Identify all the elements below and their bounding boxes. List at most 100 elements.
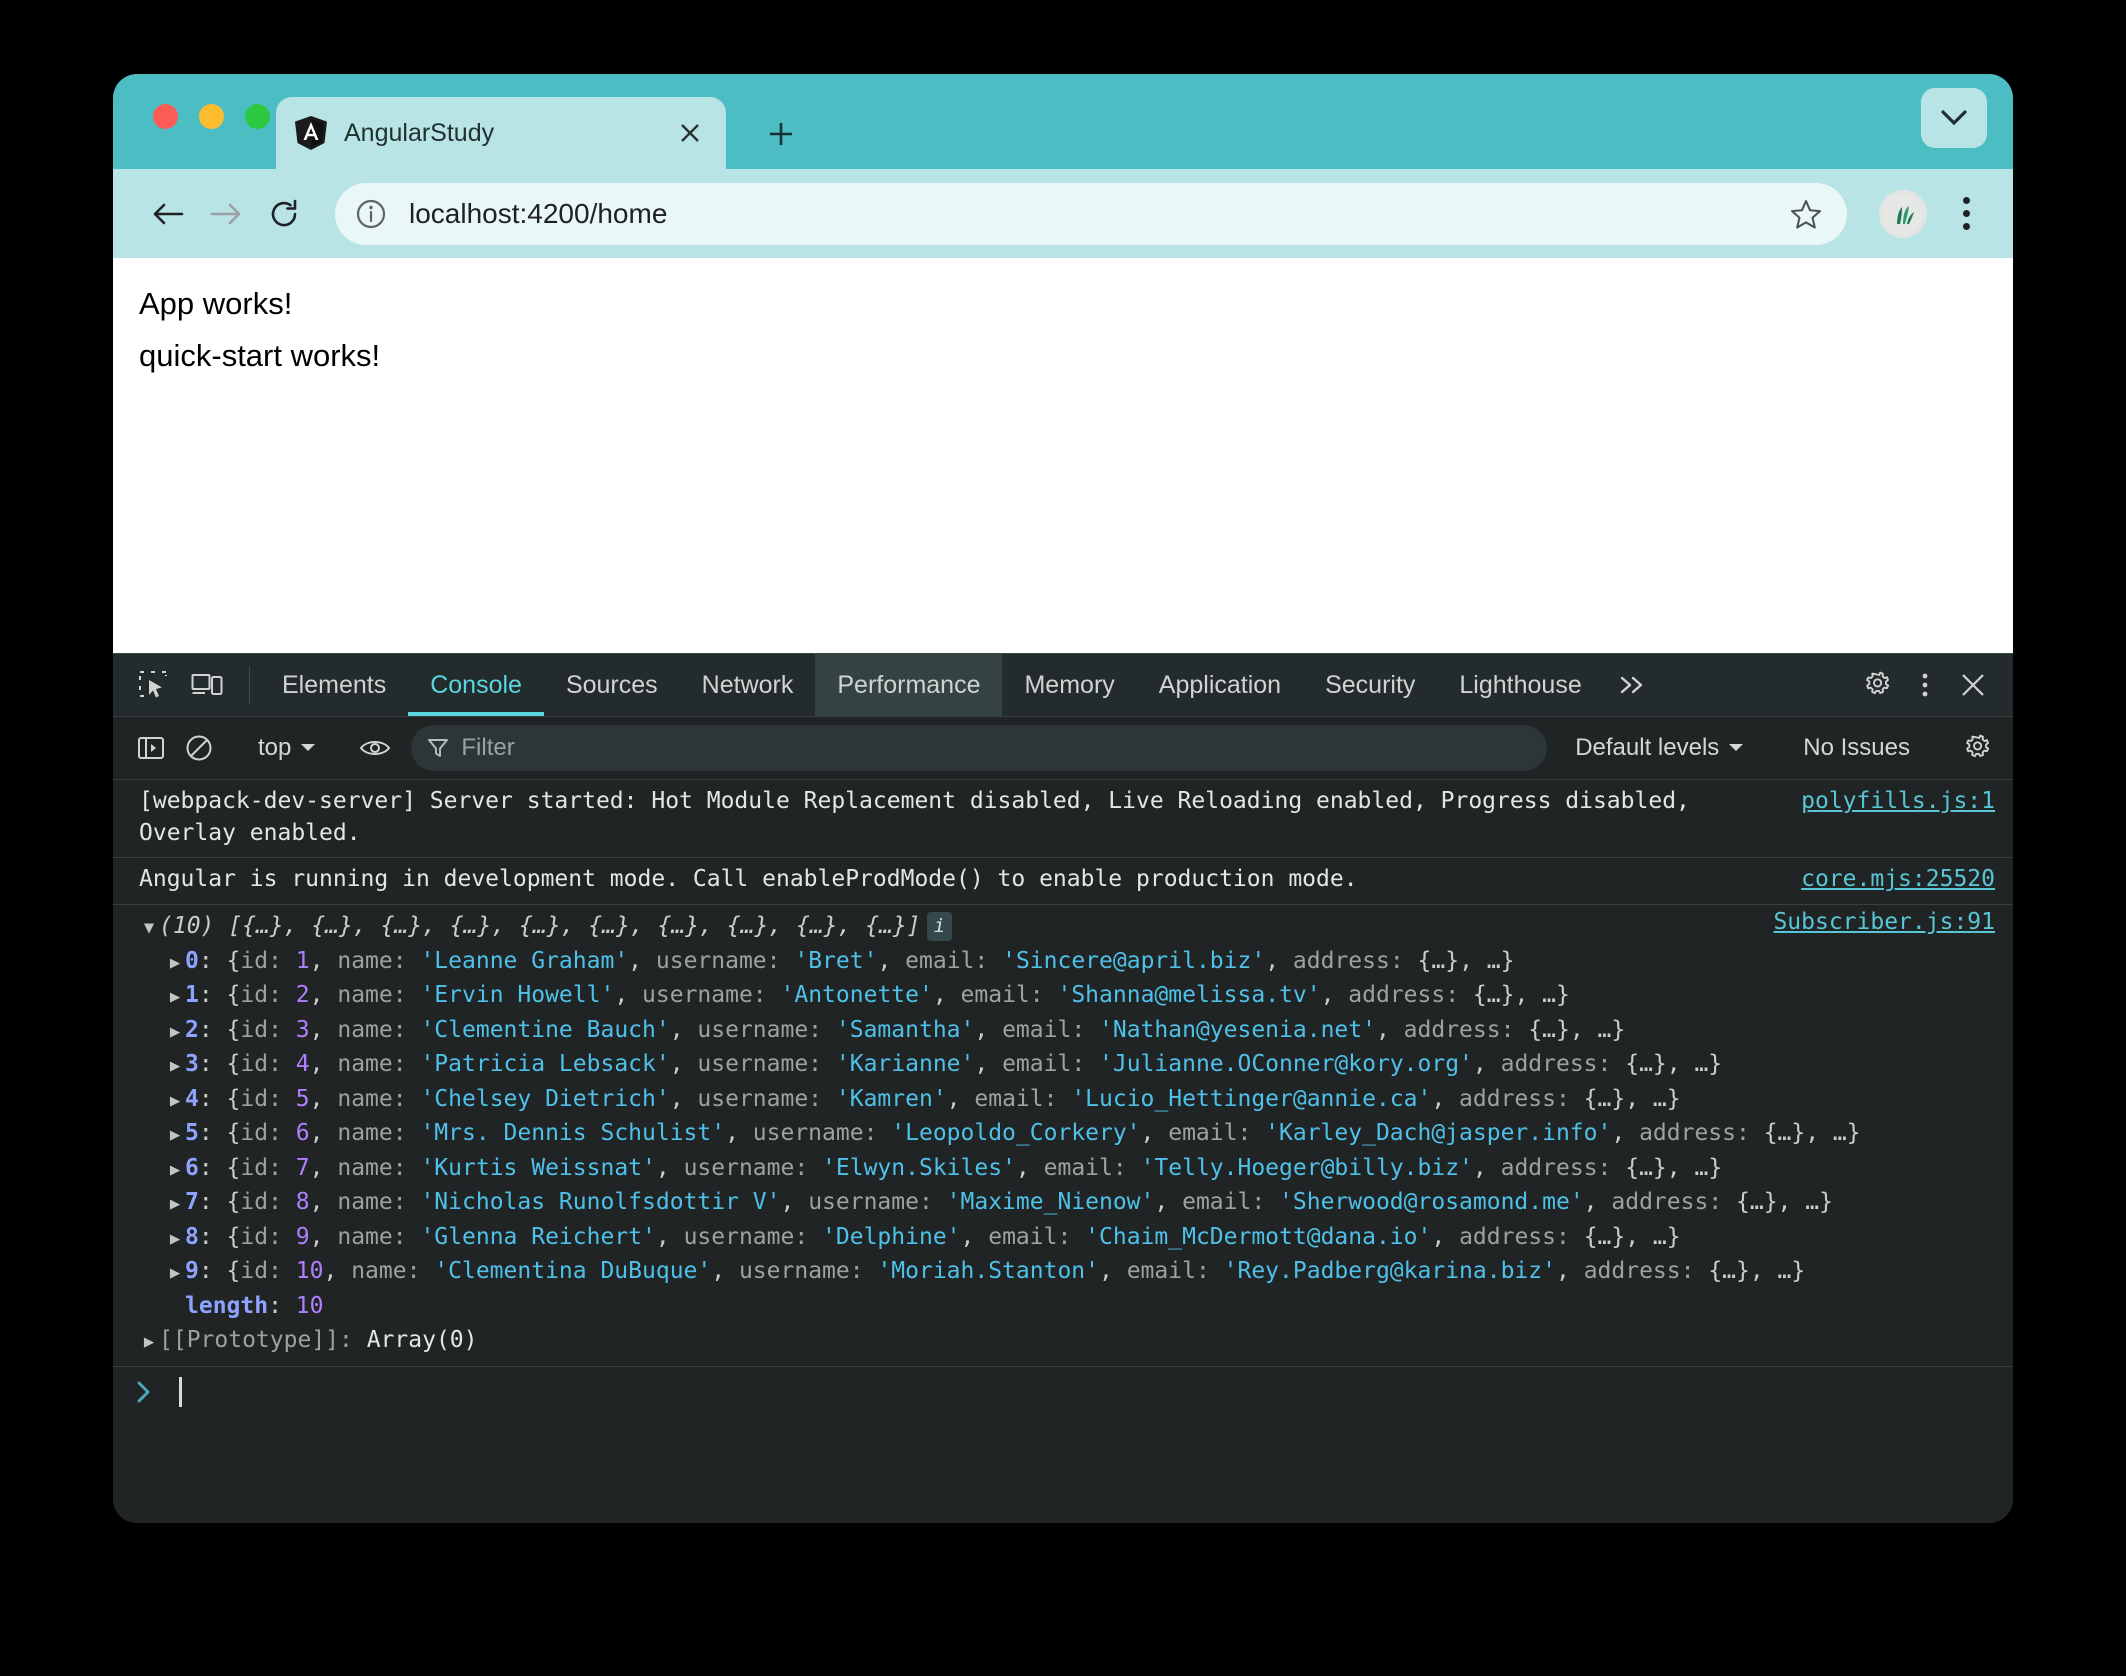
entry-index: 3 — [185, 1051, 199, 1078]
tab-lighthouse[interactable]: Lighthouse — [1437, 654, 1603, 716]
array-entry-row[interactable]: ▶ 4: {id: 5, name: 'Chelsey Dietrich', us… — [139, 1082, 1995, 1117]
entry-id: 5 — [295, 1085, 310, 1112]
expand-triangle-icon[interactable]: ▶ — [165, 1192, 185, 1218]
console-message[interactable]: [webpack-dev-server] Server started: Hot… — [113, 780, 2013, 859]
expand-triangle-icon[interactable]: ▶ — [165, 985, 185, 1011]
entry-email: 'Telly.Hoeger@billy.biz' — [1140, 1154, 1473, 1181]
tab-label: Memory — [1024, 670, 1115, 699]
console-sidebar-icon[interactable] — [129, 726, 173, 770]
tab-memory[interactable]: Memory — [1002, 654, 1136, 716]
star-icon[interactable] — [1783, 191, 1829, 237]
expand-triangle-icon[interactable]: ▶ — [165, 1054, 185, 1080]
collapse-triangle-icon[interactable]: ▼ — [139, 916, 159, 942]
tab-console[interactable]: Console — [408, 654, 544, 716]
expand-triangle-icon[interactable]: ▶ — [139, 1330, 159, 1356]
array-entry-row[interactable]: ▶ 3: {id: 4, name: 'Patricia Lebsack', us… — [139, 1047, 1995, 1082]
entry-email: 'Sincere@april.biz' — [1002, 947, 1266, 974]
issues-counter[interactable]: No Issues — [1787, 734, 1926, 762]
expand-triangle-icon[interactable]: ▶ — [165, 1020, 185, 1046]
entry-email: 'Shanna@melissa.tv' — [1057, 982, 1321, 1009]
levels-label: Default levels — [1575, 734, 1720, 761]
expand-triangle-icon[interactable]: ▶ — [165, 1261, 185, 1287]
expand-triangle-icon[interactable]: ▶ — [165, 1089, 185, 1115]
array-entry-row[interactable]: ▶ 7: {id: 8, name: 'Nicholas Runolfsdotti… — [139, 1185, 1995, 1220]
entry-id: 4 — [295, 1051, 310, 1078]
entry-email: 'Karley_Dach@jasper.info' — [1265, 1120, 1612, 1147]
device-toolbar-icon[interactable] — [185, 663, 229, 707]
expand-triangle-icon[interactable]: ▶ — [165, 1123, 185, 1149]
gear-icon[interactable] — [1955, 726, 1999, 770]
tab-sources[interactable]: Sources — [544, 654, 680, 716]
entry-email: 'Julianne.OConner@kory.org' — [1099, 1051, 1473, 1078]
entry-id: 9 — [295, 1223, 310, 1250]
entry-name: 'Ervin Howell' — [420, 982, 615, 1009]
tab-application[interactable]: Application — [1137, 654, 1303, 716]
console-filter-bar: top Filter Default levels No Issues — [113, 717, 2013, 780]
array-entry-row[interactable]: ▶ 9: {id: 10, name: 'Clementina DuBuque',… — [139, 1254, 1995, 1289]
tab-network[interactable]: Network — [680, 654, 816, 716]
console-context-selector[interactable]: top — [250, 734, 324, 762]
info-badge[interactable]: i — [926, 912, 953, 941]
length-value: 10 — [295, 1292, 324, 1319]
close-window-button[interactable] — [153, 104, 178, 129]
tab-elements[interactable]: Elements — [260, 654, 408, 716]
array-header-row[interactable]: ▼ (10) [{…}, {…}, {…}, {…}, {…}, {…}, {…}… — [139, 909, 1995, 944]
entry-username: 'Kamren' — [835, 1085, 947, 1112]
page-line-2: quick-start works! — [139, 338, 381, 374]
tab-performance[interactable]: Performance — [815, 654, 1003, 716]
console-prompt[interactable] — [113, 1367, 2013, 1417]
minimize-window-button[interactable] — [199, 104, 224, 129]
filter-funnel-icon — [427, 737, 449, 759]
entry-id: 6 — [295, 1120, 310, 1147]
address-bar[interactable]: localhost:4200/home — [335, 182, 1847, 245]
entry-index: 4 — [185, 1085, 199, 1112]
console-array-log[interactable]: Subscriber.js:91 ▼ (10) [{…}, {…}, {…}, {… — [113, 905, 2013, 1367]
eye-icon[interactable] — [353, 726, 397, 770]
new-tab-button[interactable] — [758, 111, 804, 157]
entry-username: 'Maxime_Nienow' — [946, 1189, 1155, 1216]
tab-label: Performance — [837, 670, 981, 699]
tab-search-button[interactable] — [1921, 88, 1987, 148]
array-entry-row[interactable]: ▶ 2: {id: 3, name: 'Clementine Bauch', us… — [139, 1013, 1995, 1048]
maximize-window-button[interactable] — [245, 104, 270, 129]
message-source-link[interactable]: core.mjs:25520 — [1801, 864, 1995, 896]
entry-name: 'Clementine Bauch' — [420, 1016, 670, 1043]
array-prototype-row[interactable]: ▶ [[Prototype]]: Array(0) — [139, 1323, 1995, 1358]
message-source-link[interactable]: Subscriber.js:91 — [1773, 909, 1995, 935]
clear-console-icon[interactable] — [177, 726, 221, 770]
entry-email: 'Nathan@yesenia.net' — [1099, 1016, 1376, 1043]
chevron-down-icon — [1940, 109, 1968, 127]
browser-tab[interactable]: AngularStudy — [276, 97, 726, 169]
info-circle-icon[interactable] — [347, 190, 395, 238]
entry-name: 'Chelsey Dietrich' — [420, 1085, 670, 1112]
array-entry-row[interactable]: ▶ 0: {id: 1, name: 'Leanne Graham', usern… — [139, 944, 1995, 979]
console-output[interactable]: [webpack-dev-server] Server started: Hot… — [113, 780, 2013, 1523]
inspect-element-icon[interactable] — [131, 663, 175, 707]
array-entry-row[interactable]: ▶ 8: {id: 9, name: 'Glenna Reichert', use… — [139, 1220, 1995, 1255]
back-arrow-icon[interactable] — [139, 185, 197, 243]
message-source-link[interactable]: polyfills.js:1 — [1801, 786, 1995, 818]
kebab-menu-icon[interactable] — [1943, 185, 1989, 243]
console-message[interactable]: Angular is running in development mode. … — [113, 858, 2013, 906]
length-key: length — [185, 1292, 269, 1319]
array-entry-row[interactable]: ▶ 1: {id: 2, name: 'Ervin Howell', userna… — [139, 978, 1995, 1013]
entry-username: 'Karianne' — [835, 1051, 975, 1078]
profile-avatar-icon[interactable] — [1879, 189, 1927, 238]
log-levels-dropdown[interactable]: Default levels — [1561, 734, 1758, 762]
chevron-double-right-icon[interactable] — [1604, 654, 1662, 716]
entry-name: 'Mrs. Dennis Schulist' — [420, 1120, 726, 1147]
reload-icon[interactable] — [255, 185, 313, 243]
expand-triangle-icon[interactable]: ▶ — [165, 951, 185, 977]
filter-input[interactable]: Filter — [411, 725, 1548, 771]
close-icon[interactable] — [1951, 663, 1995, 707]
forward-arrow-icon[interactable] — [197, 185, 255, 243]
array-entry-row[interactable]: ▶ 5: {id: 6, name: 'Mrs. Dennis Schulist'… — [139, 1116, 1995, 1151]
tab-security[interactable]: Security — [1303, 654, 1437, 716]
chevron-down-icon — [1728, 743, 1744, 753]
kebab-menu-icon[interactable] — [1903, 663, 1947, 707]
close-icon[interactable] — [672, 115, 708, 151]
array-entry-row[interactable]: ▶ 6: {id: 7, name: 'Kurtis Weissnat', use… — [139, 1151, 1995, 1186]
gear-icon[interactable] — [1855, 663, 1899, 707]
expand-triangle-icon[interactable]: ▶ — [165, 1227, 185, 1253]
expand-triangle-icon[interactable]: ▶ — [165, 1158, 185, 1184]
